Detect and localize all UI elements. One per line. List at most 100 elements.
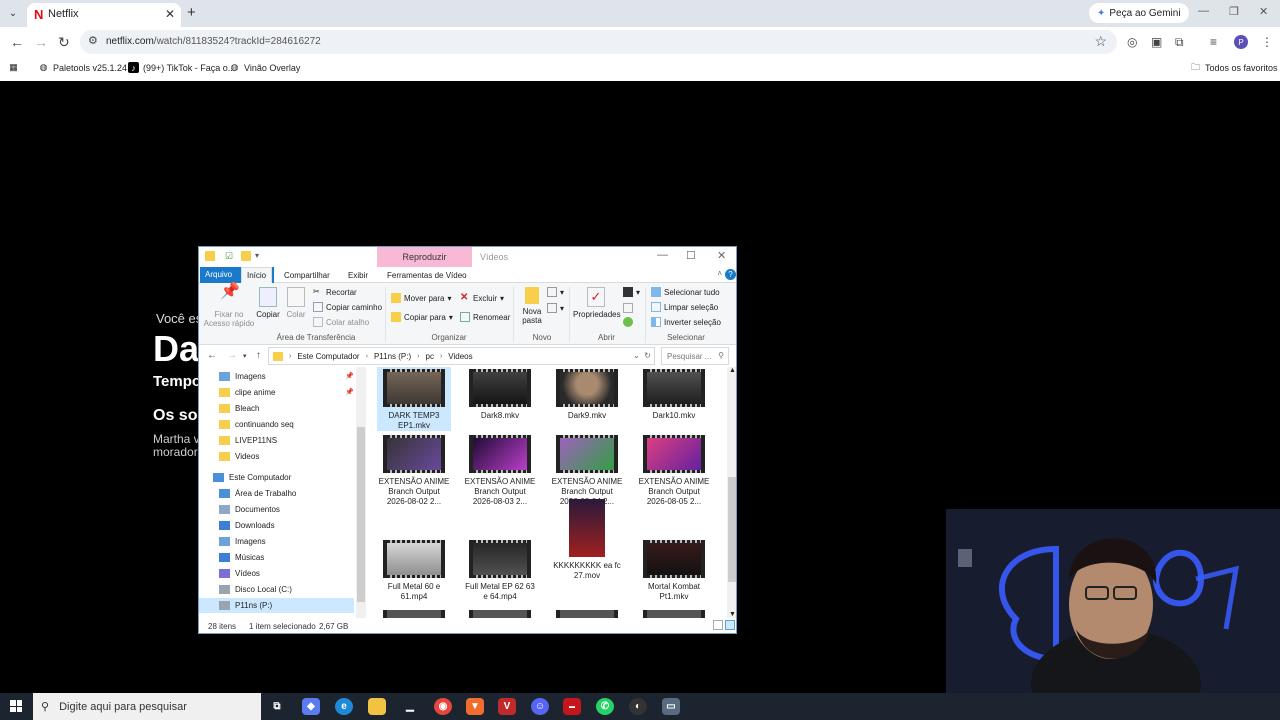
- file-explorer-taskbar-icon[interactable]: [368, 698, 386, 715]
- forward-icon[interactable]: →: [227, 350, 237, 361]
- bookmark-star-icon[interactable]: ☆: [1094, 33, 1107, 50]
- copy-button[interactable]: Copiar: [255, 287, 281, 319]
- nav-item[interactable]: Documentos: [219, 502, 280, 517]
- file-item[interactable]: EXTENSÃO ANIME Branch Output 2026-08-04 …: [550, 433, 624, 507]
- brave-icon[interactable]: ▼: [466, 698, 484, 715]
- file-item[interactable]: Full Metal EP 62 63 e 64.mp4: [463, 519, 537, 602]
- nav-item[interactable]: Vídeos: [219, 566, 260, 581]
- clear-selection-button[interactable]: Limpar seleção: [651, 302, 718, 312]
- file-item[interactable]: EXTENSÃO ANIME Branch Output 2026-08-02 …: [377, 433, 451, 507]
- extension-2-icon[interactable]: ▣: [1151, 35, 1162, 49]
- file-item[interactable]: Dark8.mkv: [463, 367, 537, 421]
- file-item[interactable]: Mortal Kombat Pt1.mkv: [637, 519, 711, 602]
- move-to-button[interactable]: Mover para ▾: [391, 293, 451, 303]
- file-item[interactable]: EXTENSÃO ANIME Branch Output 2026-08-03 …: [463, 433, 537, 507]
- bookmark-tiktok[interactable]: ♪ (99+) TikTok - Faça o...: [128, 62, 235, 73]
- nav-item[interactable]: P11ns (P:): [199, 598, 354, 613]
- edge-icon[interactable]: e: [335, 698, 353, 715]
- up-icon[interactable]: ↑: [256, 350, 261, 361]
- select-all-button[interactable]: Selecionar tudo: [651, 287, 720, 297]
- tab-share[interactable]: Compartilhar: [279, 267, 335, 283]
- nav-item[interactable]: LIVEP11NS: [219, 433, 277, 448]
- breadcrumb-videos[interactable]: Videos: [448, 352, 472, 361]
- all-bookmarks[interactable]: 🗀 Todos os favoritos: [1190, 62, 1278, 73]
- reload-icon[interactable]: ↻: [58, 34, 70, 51]
- file-item[interactable]: Dark9.mkv: [550, 367, 624, 421]
- apps-grid-icon[interactable]: ▦: [8, 62, 19, 73]
- scroll-down-icon[interactable]: ▼: [729, 611, 736, 618]
- tab-home[interactable]: Início: [241, 267, 273, 283]
- site-info-icon[interactable]: ⚙: [88, 34, 98, 47]
- tab-view[interactable]: Exibir: [343, 267, 373, 283]
- pin-quick-access-button[interactable]: 📌 Fixar no Acesso rápido: [203, 284, 255, 329]
- cut-button[interactable]: ✂ Recortar: [313, 287, 357, 297]
- properties-quick-icon[interactable]: ☑: [225, 251, 235, 261]
- file-item[interactable]: DARK TEMP3 EP1.mkv: [377, 367, 451, 431]
- copy-to-button[interactable]: Copiar para ▾: [391, 312, 453, 322]
- explorer-search-input[interactable]: Pesquisar ... ⚲: [661, 347, 729, 365]
- file-item[interactable]: KKKKKKKKK ea fc 27.mov: [550, 497, 624, 581]
- delete-button[interactable]: ✕ Excluir ▾: [460, 293, 504, 303]
- gemini-button[interactable]: ✦ Peça ao Gemini: [1089, 3, 1189, 23]
- media-controls-icon[interactable]: ≡: [1210, 35, 1217, 49]
- properties-button[interactable]: ✓ Propriedades: [573, 287, 621, 319]
- explorer-address-bar[interactable]: › Este Computador › P11ns (P:) › pc › Vi…: [268, 347, 655, 365]
- context-tab-play[interactable]: Reproduzir: [377, 247, 472, 267]
- taskbar-search-input[interactable]: ⚲ Digite aqui para pesquisar: [33, 693, 261, 720]
- content-scroll-thumb[interactable]: [728, 477, 736, 582]
- file-item[interactable]: Full Metal 60 e 61.mp4: [377, 519, 451, 602]
- extensions-puzzle-icon[interactable]: ⧉: [1175, 35, 1184, 50]
- paste-button[interactable]: Colar: [283, 287, 309, 319]
- video-thumbnail[interactable]: [643, 610, 705, 618]
- rename-button[interactable]: Renomear: [460, 312, 510, 322]
- close-window-icon[interactable]: ✕: [1259, 5, 1268, 18]
- content-scrollbar[interactable]: ▲ ▼: [727, 367, 736, 618]
- menu-icon[interactable]: ⋮: [1261, 35, 1273, 49]
- whatsapp-icon[interactable]: ✆: [596, 698, 614, 715]
- address-bar[interactable]: ⚙ netflix.com/watch/81183524?trackId=284…: [80, 30, 1117, 54]
- chrome-icon[interactable]: ◉: [434, 698, 452, 715]
- nav-scrollbar[interactable]: [356, 367, 366, 618]
- nav-item[interactable]: Downloads: [219, 518, 275, 533]
- open-icon[interactable]: ▾: [623, 287, 640, 297]
- back-icon[interactable]: ←: [10, 34, 24, 50]
- new-folder-button[interactable]: Nova pasta: [517, 287, 547, 325]
- quick-access-dropdown-icon[interactable]: ▾: [255, 251, 265, 261]
- bookmark-paletools[interactable]: ◍ Paletools v25.1.24: [38, 62, 128, 73]
- tab-search-icon[interactable]: ⌄: [4, 5, 22, 22]
- maximize-icon[interactable]: ☐: [686, 249, 696, 262]
- nav-item[interactable]: Músicas: [219, 550, 264, 565]
- new-item-icon[interactable]: ▾: [547, 287, 564, 297]
- nav-item[interactable]: clipe anime: [219, 385, 275, 400]
- file-item[interactable]: EXTENSÃO ANIME Branch Output 2026-08-05 …: [637, 433, 711, 507]
- history-icon[interactable]: [623, 317, 633, 327]
- large-icons-view-icon[interactable]: [725, 620, 735, 630]
- minimize-icon[interactable]: —: [657, 249, 668, 261]
- copilot-icon[interactable]: ◆: [302, 698, 320, 715]
- paste-shortcut-button[interactable]: Colar atalho: [313, 317, 369, 327]
- video-thumbnail[interactable]: [469, 610, 531, 618]
- invert-selection-button[interactable]: Inverter seleção: [651, 317, 721, 327]
- close-icon[interactable]: ✕: [717, 249, 726, 262]
- nav-item[interactable]: Videos: [219, 449, 259, 464]
- scroll-up-icon[interactable]: ▲: [729, 367, 736, 374]
- restore-icon[interactable]: ❐: [1229, 5, 1239, 18]
- vivaldi-icon[interactable]: V: [498, 698, 516, 715]
- discord-icon[interactable]: ☺: [531, 698, 549, 715]
- details-view-icon[interactable]: [713, 620, 723, 630]
- new-folder-quick-icon[interactable]: [241, 251, 251, 261]
- video-thumbnail[interactable]: [556, 610, 618, 618]
- help-icon[interactable]: ?: [725, 269, 736, 280]
- nav-item[interactable]: continuando seq: [219, 417, 294, 432]
- tab-video-tools[interactable]: Ferramentas de Vídeo: [382, 267, 472, 283]
- nav-item[interactable]: Imagens: [219, 369, 266, 384]
- obs-icon[interactable]: ◐: [629, 698, 647, 715]
- edit-icon[interactable]: [623, 303, 633, 313]
- nav-item[interactable]: Bleach: [219, 401, 259, 416]
- tab-close-icon[interactable]: ✕: [165, 7, 175, 21]
- nav-item[interactable]: Disco Local (C:): [219, 582, 292, 597]
- ribbon-collapse-icon[interactable]: ˄: [717, 269, 722, 278]
- file-item[interactable]: Dark10.mkv: [637, 367, 711, 421]
- app-icon[interactable]: ▁: [401, 698, 419, 715]
- nav-item[interactable]: Este Computador: [213, 470, 291, 485]
